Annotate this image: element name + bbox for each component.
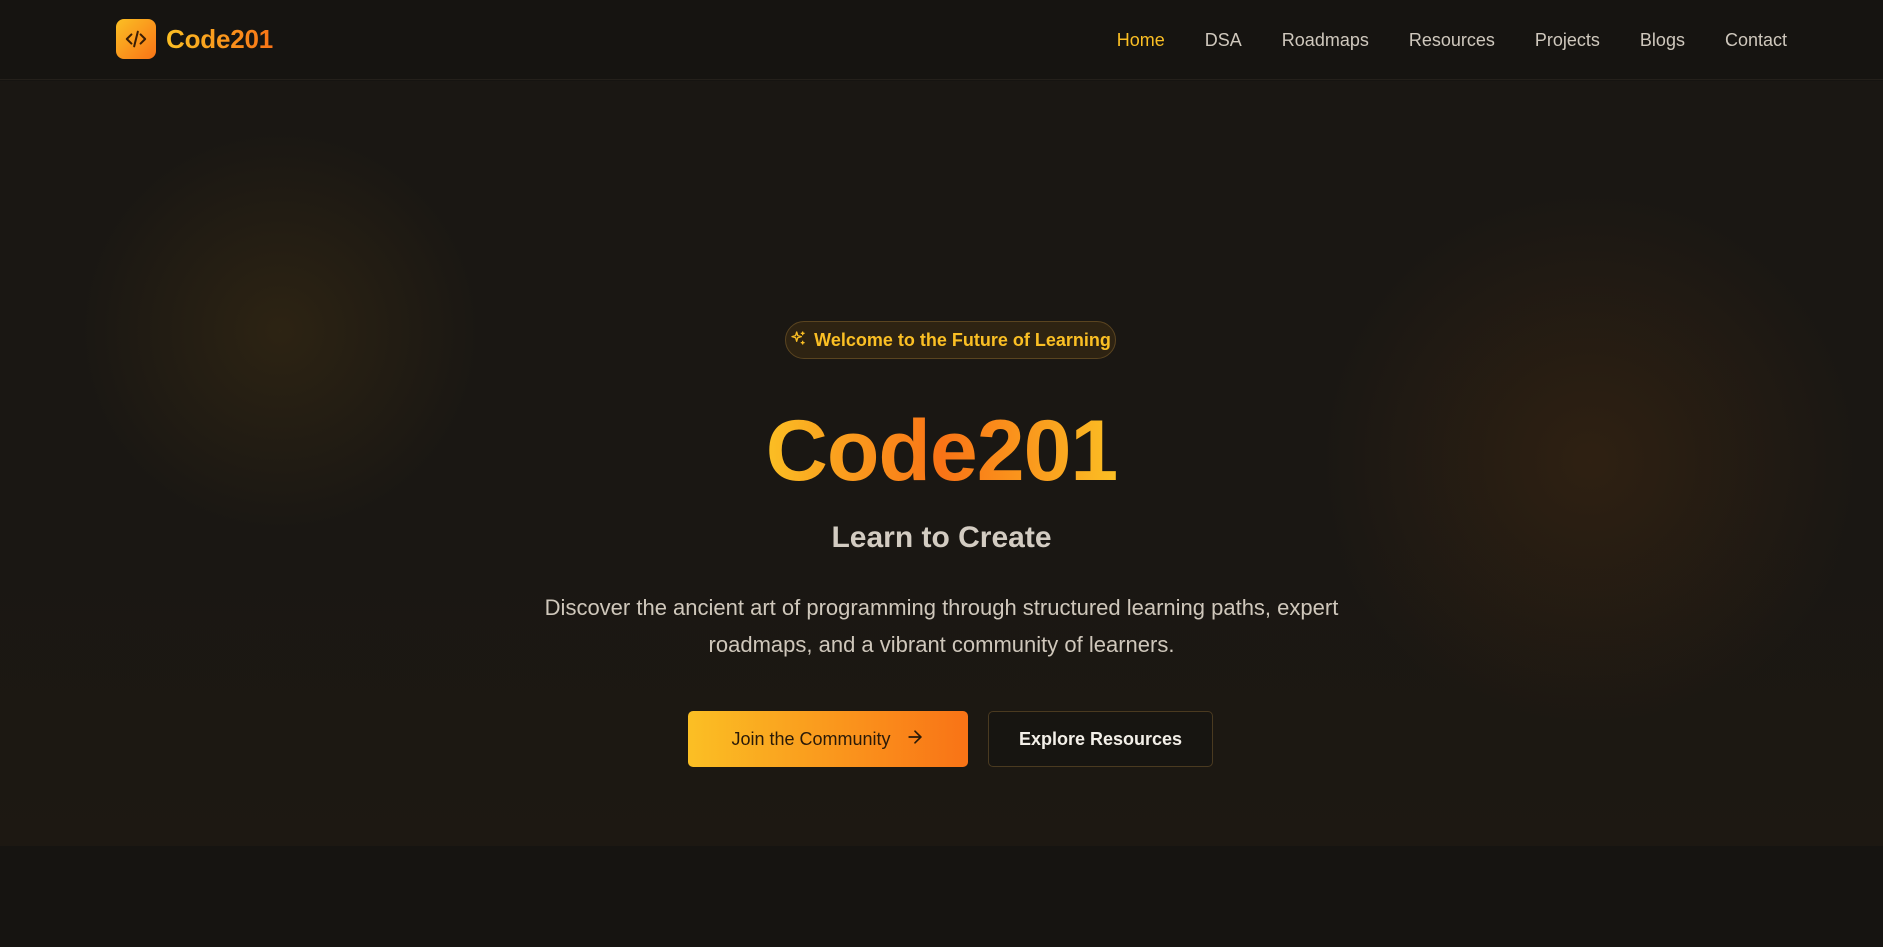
brand-name: Code201 (166, 23, 273, 54)
explore-resources-button[interactable]: Explore Resources (988, 711, 1213, 767)
hero-title: Code201 (0, 401, 1883, 501)
nav-blogs[interactable]: Blogs (1640, 30, 1685, 51)
hero-subtitle: Learn to Create (831, 521, 1052, 554)
hero-description: Discover the ancient art of programming … (544, 595, 1339, 657)
arrow-right-icon (905, 727, 925, 752)
welcome-badge: Welcome to the Future of Learning (785, 321, 1116, 359)
nav-home[interactable]: Home (1117, 30, 1165, 51)
hero-title-text: Code201 (765, 403, 1118, 499)
code-brackets-icon (116, 19, 156, 59)
explore-resources-label: Explore Resources (1018, 728, 1183, 749)
nav-resources[interactable]: Resources (1409, 30, 1495, 51)
page: Code201 Home DSA Roadmaps Resources Proj… (0, 0, 1883, 947)
nav-roadmaps[interactable]: Roadmaps (1282, 30, 1369, 51)
navbar: Code201 Home DSA Roadmaps Resources Proj… (0, 0, 1883, 80)
page-lower-section (0, 846, 1883, 947)
join-community-label: Join the Community (731, 728, 891, 749)
main-nav: Home DSA Roadmaps Resources Projects Blo… (1117, 0, 1787, 80)
nav-projects[interactable]: Projects (1535, 30, 1600, 51)
nav-dsa[interactable]: DSA (1205, 30, 1242, 51)
logo-link[interactable]: Code201 (116, 19, 273, 59)
welcome-badge-text: Welcome to the Future of Learning (814, 329, 1111, 350)
nav-contact[interactable]: Contact (1725, 30, 1787, 51)
hero-section: Welcome to the Future of Learning Code20… (0, 81, 1883, 846)
join-community-button[interactable]: Join the Community (688, 711, 968, 767)
sparkles-icon (790, 330, 806, 351)
